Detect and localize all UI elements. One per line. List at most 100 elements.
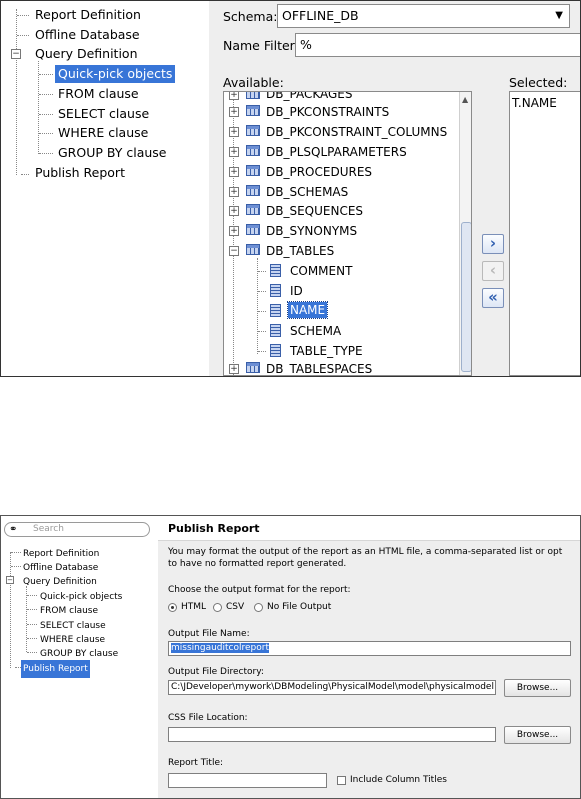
column-item[interactable]: SCHEMA: [290, 323, 341, 339]
html-radio-label[interactable]: HTML: [181, 602, 206, 612]
available-item[interactable]: DB_PROCEDURES: [266, 164, 372, 180]
table-icon: [246, 224, 260, 235]
no-output-radio[interactable]: [254, 603, 263, 612]
nav-select-clause[interactable]: SELECT clause: [58, 106, 149, 122]
report-title-label: Report Title:: [168, 758, 224, 768]
column-item[interactable]: ID: [290, 283, 303, 299]
css-location-input[interactable]: [168, 727, 496, 742]
available-item[interactable]: DB_TABLES: [266, 243, 334, 259]
table-icon: [246, 145, 260, 156]
column-icon: [270, 264, 281, 277]
available-item[interactable]: DB_PACKAGES: [266, 92, 352, 102]
output-dir-label: Output File Directory:: [168, 667, 264, 677]
available-list[interactable]: + DB_PACKAGES + DB_PKCONSTRAINTS + DB_PK…: [223, 91, 472, 376]
report-title-input[interactable]: [168, 773, 327, 788]
wizard-nav-tree: − Report Definition Offline Database Que…: [1, 1, 210, 376]
available-item[interactable]: DB_PLSQLPARAMETERS: [266, 144, 407, 160]
schema-value: OFFLINE_DB: [282, 8, 359, 23]
nav-publish-report[interactable]: Publish Report: [21, 660, 90, 678]
browse-dir-button[interactable]: Browse...: [504, 679, 571, 697]
chevron-down-icon: ▼: [555, 10, 563, 21]
wizard-panel-query: − Report Definition Offline Database Que…: [0, 0, 581, 377]
column-icon: [270, 304, 281, 317]
move-left-button[interactable]: ‹: [482, 261, 504, 281]
scroll-thumb[interactable]: [461, 222, 471, 372]
move-right-button[interactable]: ›: [482, 234, 504, 254]
table-icon: [246, 125, 260, 136]
include-titles-label[interactable]: Include Column Titles: [350, 775, 447, 785]
table-icon: [246, 362, 260, 373]
no-output-radio-label[interactable]: No File Output: [267, 602, 331, 612]
available-item[interactable]: DB_SEQUENCES: [266, 203, 363, 219]
nav-quick-pick-objects[interactable]: Quick-pick objects: [55, 65, 176, 83]
output-file-name-input[interactable]: missingauditcolreport: [168, 641, 571, 656]
output-dir-input[interactable]: C:\JDeveloper\mywork\DBModeling\Physical…: [168, 680, 496, 695]
table-icon: [246, 92, 260, 99]
expand-icon[interactable]: +: [229, 127, 239, 137]
search-field[interactable]: ⚭ Search: [4, 522, 150, 537]
column-item[interactable]: COMMENT: [290, 263, 352, 279]
available-item[interactable]: DB_SCHEMAS: [266, 184, 348, 200]
move-all-left-button[interactable]: «: [482, 288, 504, 308]
html-radio[interactable]: [168, 603, 177, 612]
table-icon: [246, 204, 260, 215]
output-file-name-value: missingauditcolreport: [171, 643, 269, 653]
expand-icon[interactable]: +: [229, 226, 239, 236]
search-placeholder[interactable]: Search: [33, 523, 64, 536]
name-filter-label: Name Filter:: [223, 38, 299, 53]
publish-content: Publish Report You may format the output…: [158, 516, 580, 798]
available-label: Available:: [223, 75, 284, 90]
available-item[interactable]: DB_TABLESPACES: [266, 361, 372, 375]
page-header: Publish Report: [158, 516, 580, 541]
collapse-icon[interactable]: −: [6, 576, 14, 584]
expand-icon[interactable]: +: [229, 187, 239, 197]
available-scrollbar[interactable]: ▲: [459, 92, 471, 375]
selected-label: Selected:: [509, 75, 568, 90]
column-icon: [270, 284, 281, 297]
column-item-selected[interactable]: NAME: [286, 301, 329, 319]
collapse-icon[interactable]: −: [11, 49, 21, 59]
expand-icon[interactable]: +: [229, 167, 239, 177]
csv-radio[interactable]: [213, 603, 222, 612]
output-file-name-label: Output File Name:: [168, 629, 250, 639]
nav-query-definition[interactable]: Query Definition: [35, 46, 138, 62]
collapse-icon[interactable]: −: [229, 246, 239, 256]
column-item[interactable]: TABLE_TYPE: [290, 343, 363, 359]
nav-from-clause[interactable]: FROM clause: [58, 86, 139, 102]
table-icon: [246, 185, 260, 196]
available-item[interactable]: DB_PKCONSTRAINT_COLUMNS: [266, 124, 447, 140]
available-item[interactable]: DB_PKCONSTRAINTS: [266, 104, 389, 120]
table-icon: [246, 244, 260, 255]
format-prompt: Choose the output format for the report:: [168, 585, 351, 595]
browse-css-button[interactable]: Browse...: [504, 726, 571, 744]
scroll-up-icon[interactable]: ▲: [462, 95, 468, 104]
nav-where-clause[interactable]: WHERE clause: [58, 125, 148, 141]
nav-report-definition[interactable]: Report Definition: [35, 7, 141, 23]
binoculars-icon: ⚭: [9, 524, 18, 535]
include-titles-checkbox[interactable]: [337, 776, 346, 785]
nav-offline-database[interactable]: Offline Database: [35, 27, 140, 43]
nav-query-definition[interactable]: Query Definition: [23, 574, 97, 590]
schema-label: Schema:: [223, 9, 278, 24]
nav-publish-report[interactable]: Publish Report: [35, 165, 125, 181]
page-title: Publish Report: [168, 522, 260, 535]
table-icon: [246, 165, 260, 176]
expand-icon[interactable]: +: [229, 107, 239, 117]
selected-list[interactable]: T.NAME: [509, 91, 580, 376]
available-item[interactable]: DB_SYNONYMS: [266, 223, 357, 239]
nav-from-clause[interactable]: FROM clause: [40, 603, 98, 619]
expand-icon[interactable]: +: [229, 206, 239, 216]
query-content: Schema: OFFLINE_DB ▼ Name Filter: % Avai…: [209, 1, 580, 376]
name-filter-input[interactable]: %: [295, 33, 580, 57]
table-icon: [246, 105, 260, 116]
page-description: You may format the output of the report …: [168, 547, 563, 569]
nav-group-by-clause[interactable]: GROUP BY clause: [58, 145, 167, 161]
schema-select[interactable]: OFFLINE_DB ▼: [277, 4, 570, 28]
column-icon: [270, 324, 281, 337]
wizard-nav-tree: ⚭ Search − Report Definition Offline Dat…: [1, 516, 159, 798]
expand-icon[interactable]: +: [229, 92, 239, 100]
expand-icon[interactable]: +: [229, 364, 239, 374]
csv-radio-label[interactable]: CSV: [226, 602, 244, 612]
expand-icon[interactable]: +: [229, 147, 239, 157]
selected-item[interactable]: T.NAME: [512, 95, 557, 111]
